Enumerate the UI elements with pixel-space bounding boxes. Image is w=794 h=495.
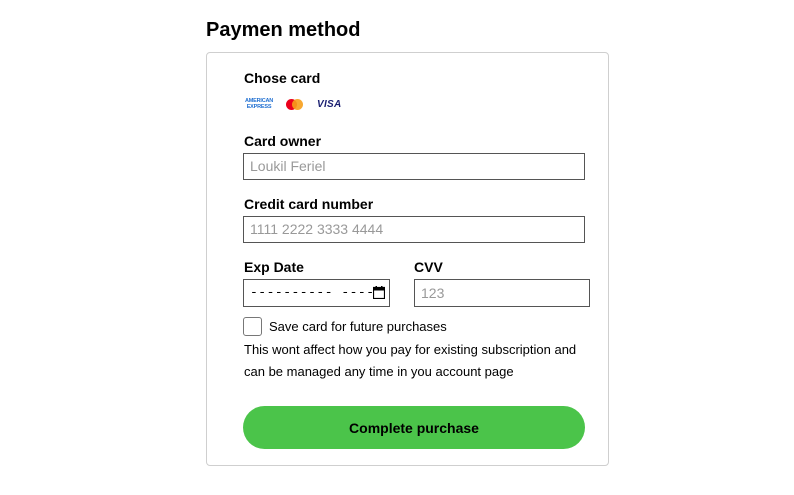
save-card-checkbox[interactable] xyxy=(243,317,262,336)
cvv-input[interactable]: 123 xyxy=(414,279,590,307)
mastercard-logo-icon[interactable] xyxy=(286,98,304,110)
card-owner-label: Card owner xyxy=(244,133,322,149)
page-title: Paymen method xyxy=(206,19,361,41)
payment-card-form: Chose card AMERICAN EXPRESS VISA Card ow… xyxy=(206,52,609,466)
complete-purchase-button[interactable]: Complete purchase xyxy=(243,406,585,449)
calendar-icon[interactable] xyxy=(373,286,385,299)
card-brand-list: AMERICAN EXPRESS VISA xyxy=(244,97,342,111)
card-number-input[interactable]: 1111 2222 3333 4444 xyxy=(243,216,585,243)
save-card-label: Save card for future purchases xyxy=(269,319,447,334)
card-owner-input[interactable]: Loukil Feriel xyxy=(243,153,585,180)
save-card-note: This wont affect how you pay for existin… xyxy=(244,342,577,379)
visa-logo-icon[interactable]: VISA xyxy=(317,99,342,110)
exp-date-mask: ---------- ---- xyxy=(250,285,375,300)
amex-logo-icon[interactable]: AMERICAN EXPRESS xyxy=(244,97,274,111)
exp-date-label: Exp Date xyxy=(244,259,304,275)
cvv-label: CVV xyxy=(414,259,443,275)
choose-card-label: Chose card xyxy=(244,70,321,86)
card-number-label: Credit card number xyxy=(244,196,374,212)
exp-date-input[interactable]: ---------- ---- xyxy=(243,279,390,307)
